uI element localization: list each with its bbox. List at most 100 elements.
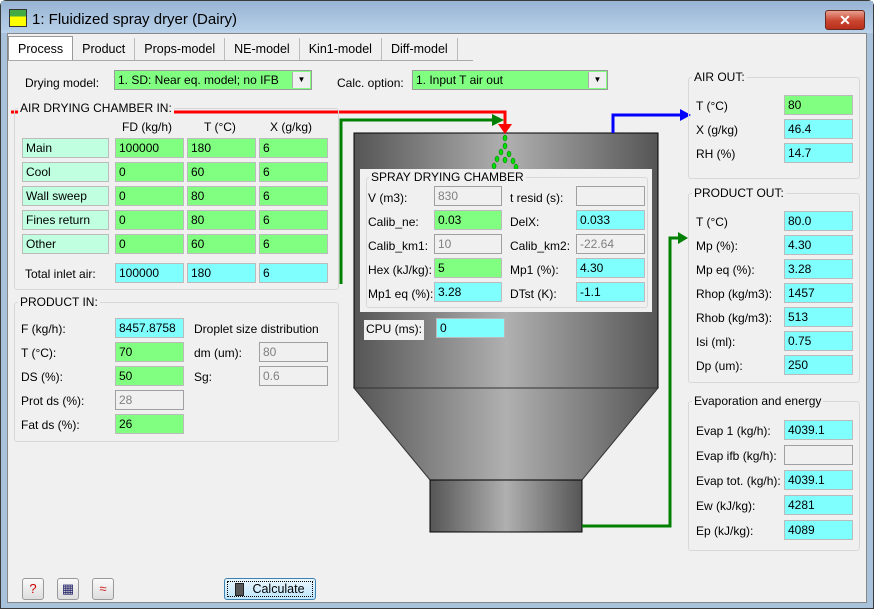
fines-return-t-input[interactable]: 80: [187, 210, 256, 230]
evap-label: Ep (kJ/kg):: [696, 524, 754, 538]
mp1eq-output: 3.28: [434, 282, 502, 302]
chamber-cone: [352, 387, 660, 481]
v-field[interactable]: 830: [434, 186, 502, 206]
ds-input[interactable]: 50: [115, 366, 184, 386]
calculate-label: Calculate: [252, 582, 305, 596]
dm-field[interactable]: 80: [259, 342, 328, 362]
calib-km2-label: Calib_km2:: [510, 239, 571, 253]
total-fd-output: 100000: [115, 263, 184, 283]
row-name-other: Other: [22, 234, 109, 254]
product-out-arrowhead: [678, 232, 688, 244]
wall-sweep-t-input[interactable]: 80: [187, 186, 256, 206]
evap1-output: 4039.1: [784, 420, 853, 440]
v-label: V (m3):: [368, 191, 408, 205]
po-label: Mp (%):: [696, 239, 738, 253]
chamber-outlet: [429, 479, 583, 533]
dm-label: dm (um):: [194, 346, 242, 360]
mp1-output: 4.30: [576, 258, 645, 278]
air-out-t-input[interactable]: 80: [784, 95, 853, 115]
dtst-output: -1.1: [576, 282, 645, 302]
other-t-input[interactable]: 60: [187, 234, 256, 254]
drying-model-select[interactable]: 1. SD: Near eq. model; no IFB ▼: [114, 70, 312, 90]
cpu-label: CPU (ms):: [364, 320, 424, 340]
calculator-icon: [235, 583, 245, 597]
evap-ifb-field[interactable]: [784, 445, 853, 465]
calib-ne-input[interactable]: 0.03: [434, 210, 502, 230]
calib-ne-label: Calib_ne:: [368, 215, 419, 229]
row-name-fines-return: Fines return: [22, 210, 109, 230]
prot-label: Prot ds (%):: [21, 394, 85, 408]
po-dp-output: 250: [784, 355, 853, 375]
po-label: Dp (um):: [696, 359, 743, 373]
sg-field[interactable]: 0.6: [259, 366, 328, 386]
f-label: F (kg/h):: [21, 322, 66, 336]
ds-label: DS (%):: [21, 370, 63, 384]
chevron-down-icon[interactable]: ▼: [588, 72, 606, 88]
main-t-input[interactable]: 180: [187, 138, 256, 158]
calc-option-select[interactable]: 1. Input T air out ▼: [412, 70, 608, 90]
mp1eq-label: Mp1 eq (%):: [368, 287, 434, 301]
dsd-label: Droplet size distribution: [194, 322, 319, 336]
evap-label: Ew (kJ/kg):: [696, 499, 756, 513]
cool-x-input[interactable]: 6: [259, 162, 328, 182]
total-x-output: 6: [259, 263, 328, 283]
air-in-title: AIR DRYING CHAMBER IN:: [18, 101, 174, 115]
po-label: Rhop (kg/m3):: [696, 287, 773, 301]
cool-t-input[interactable]: 60: [187, 162, 256, 182]
main-fd-input[interactable]: 100000: [115, 138, 184, 158]
evap-tot-output: 4039.1: [784, 470, 853, 490]
help-icon[interactable]: ?: [22, 578, 44, 600]
total-inlet-label: Total inlet air:: [25, 267, 96, 281]
fines-return-fd-input[interactable]: 0: [115, 210, 184, 230]
calib-km1-field[interactable]: 10: [434, 234, 502, 254]
po-label: T (°C): [696, 215, 728, 229]
t-input[interactable]: 70: [115, 342, 184, 362]
po-label: Rhob (kg/m3):: [696, 311, 773, 325]
hex-input[interactable]: 5: [434, 258, 502, 278]
fines-return-x-input[interactable]: 6: [259, 210, 328, 230]
cool-fd-input[interactable]: 0: [115, 162, 184, 182]
air-out-title: AIR OUT:: [692, 70, 747, 84]
other-fd-input[interactable]: 0: [115, 234, 184, 254]
delx-output: 0.033: [576, 210, 645, 230]
client-area: Process Product Props-model NE-model Kin…: [7, 33, 867, 603]
header-fd: FD (kg/h): [122, 120, 173, 134]
wall-sweep-fd-input[interactable]: 0: [115, 186, 184, 206]
ep-output: 4089: [784, 520, 853, 540]
hex-label: Hex (kJ/kg):: [368, 263, 433, 277]
po-label: Isi (ml):: [696, 335, 736, 349]
calib-km1-label: Calib_km1:: [368, 239, 429, 253]
header-t: T (°C): [204, 120, 236, 134]
other-x-input[interactable]: 6: [259, 234, 328, 254]
po-rhop-output: 1457: [784, 283, 853, 303]
chamber-title: SPRAY DRYING CHAMBER: [369, 170, 526, 184]
dtst-label: DTst (K):: [510, 287, 557, 301]
total-t-output: 180: [187, 263, 256, 283]
table-icon[interactable]: ▦: [57, 578, 79, 600]
calib-km2-field[interactable]: -22.64: [576, 234, 645, 254]
sg-label: Sg:: [194, 370, 213, 384]
close-button[interactable]: ✕: [825, 10, 865, 30]
calculate-button[interactable]: Calculate: [224, 578, 316, 600]
air-out-rh-label: RH (%): [696, 147, 736, 161]
ew-output: 4281: [784, 495, 853, 515]
chart-icon[interactable]: ≈: [92, 578, 114, 600]
chevron-down-icon[interactable]: ▼: [292, 72, 310, 88]
calc-option-label: Calc. option:: [337, 76, 404, 90]
fat-label: Fat ds (%):: [21, 418, 80, 432]
drying-model-label: Drying model:: [25, 76, 100, 90]
calc-option-value: 1. Input T air out: [416, 73, 503, 87]
row-name-cool: Cool: [22, 162, 109, 182]
fat-input[interactable]: 26: [115, 414, 184, 434]
row-name-wall-sweep: Wall sweep: [22, 186, 109, 206]
wall-sweep-x-input[interactable]: 6: [259, 186, 328, 206]
main-x-input[interactable]: 6: [259, 138, 328, 158]
tresid-field[interactable]: [576, 186, 645, 206]
f-output: 8457.8758: [115, 318, 184, 338]
po-label: Mp eq (%):: [696, 263, 755, 277]
evap-label: Evap ifb (kg/h):: [696, 449, 777, 463]
t-label: T (°C):: [21, 346, 57, 360]
prot-field[interactable]: 28: [115, 390, 184, 410]
window-title: 1: Fluidized spray dryer (Dairy): [32, 11, 238, 28]
cpu-output: 0: [436, 318, 505, 338]
